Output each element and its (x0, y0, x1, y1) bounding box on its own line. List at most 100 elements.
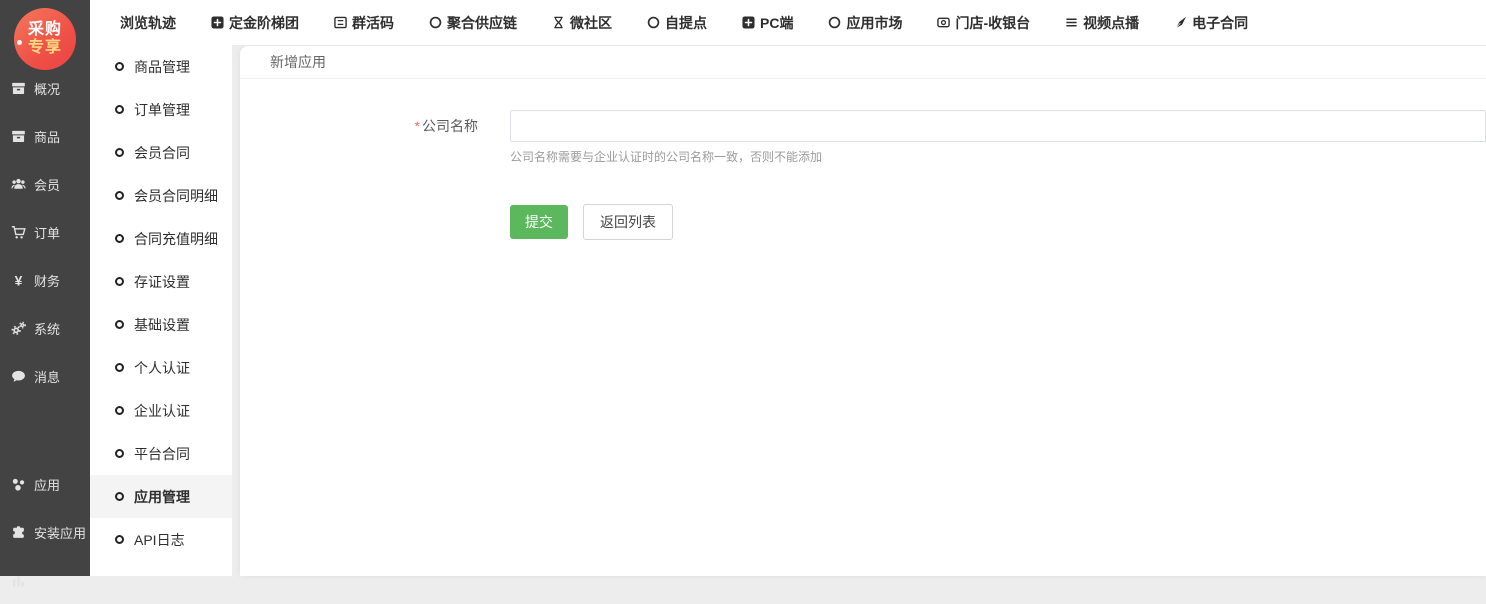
top-nav-item-video-ondemand[interactable]: 视频点播 (1065, 13, 1139, 33)
top-nav-item-app-market[interactable]: 应用市场 (828, 13, 902, 33)
top-nav-item-browse-track[interactable]: 浏览轨迹 (120, 13, 176, 33)
top-nav-item-label: 视频点播 (1083, 13, 1139, 33)
top-nav-item-label: 群活码 (352, 13, 394, 33)
top-nav-item-deposit-group[interactable]: 定金阶梯团 (211, 13, 299, 33)
secondary-sidebar: 商品管理 订单管理 会员合同 会员合同明细 合同充值明细 存证设置 基础设置 个… (90, 45, 232, 576)
sidebar-item-label: 财务 (34, 271, 60, 290)
sidebar-item-orders[interactable]: 订单 (0, 208, 90, 256)
submenu-item-label: API日志 (134, 530, 185, 550)
sidebar-item-label: 会员 (34, 175, 60, 194)
hourglass-icon (552, 16, 565, 29)
submenu-item-personal-auth[interactable]: 个人认证 (90, 346, 232, 389)
apps-icon (11, 477, 26, 492)
circle-bullet-icon (115, 406, 124, 415)
sidebar-item-system[interactable]: 系统 (0, 304, 90, 352)
company-name-helper: 公司名称需要与企业认证时的公司名称一致，否则不能添加 (510, 148, 1486, 165)
page-title: 新增应用 (270, 52, 326, 72)
cash-register-icon (937, 16, 950, 29)
submenu-item-label: 个人认证 (134, 358, 190, 378)
sidebar-item-finance[interactable]: ¥ 财务 (0, 256, 90, 304)
main-panel: 新增应用 *公司名称 公司名称需要与企业认证时的公司名称一致，否则不能添加 提交… (240, 46, 1486, 576)
circle-bullet-icon (115, 105, 124, 114)
submenu-item-label: 基础设置 (134, 315, 190, 335)
submenu-item-label: 会员合同明细 (134, 186, 218, 206)
circle-bullet-icon (115, 277, 124, 286)
top-nav-item-community[interactable]: 微社区 (552, 13, 612, 33)
primary-sidebar: 采购 专享 概况 商品 会员 订单 ¥ 财务 系统 消息 应用 安装应用 (0, 0, 90, 576)
submenu-item-member-contract-detail[interactable]: 会员合同明细 (90, 174, 232, 217)
submenu-item-label: 平台合同 (134, 444, 190, 464)
top-nav-item-label: 定金阶梯团 (229, 13, 299, 33)
circle-bullet-icon (115, 449, 124, 458)
submenu-item-label: 订单管理 (134, 100, 190, 120)
top-nav-item-e-contract[interactable]: 电子合同 (1174, 13, 1248, 33)
top-nav-item-label: 微社区 (570, 13, 612, 33)
submenu-item-order-management[interactable]: 订单管理 (90, 88, 232, 131)
sidebar-item-messages[interactable]: 消息 (0, 352, 90, 400)
submit-button[interactable]: 提交 (510, 205, 568, 239)
overview-box-icon (11, 81, 26, 96)
top-nav-item-label: 自提点 (665, 13, 707, 33)
sidebar-item-goods[interactable]: 商品 (0, 112, 90, 160)
sidebar-item-members[interactable]: 会员 (0, 160, 90, 208)
required-asterisk: * (415, 118, 420, 134)
top-nav-item-label: 聚合供应链 (447, 13, 517, 33)
sidebar-item-overview[interactable]: 概况 (0, 64, 90, 112)
circle-bullet-icon (115, 363, 124, 372)
submenu-item-label: 应用管理 (134, 487, 190, 507)
submenu-item-platform-contract[interactable]: 平台合同 (90, 432, 232, 475)
sidebar-item-label: 商品 (34, 127, 60, 146)
plus-square-icon (742, 16, 755, 29)
menu-lines-icon (1065, 16, 1078, 29)
submenu-item-goods-management[interactable]: 商品管理 (90, 45, 232, 88)
submenu-item-basic-settings[interactable]: 基础设置 (90, 303, 232, 346)
company-name-form-row: *公司名称 公司名称需要与企业认证时的公司名称一致，否则不能添加 提交 返回列表 (240, 110, 1486, 240)
top-nav-item-label: PC端 (760, 13, 793, 33)
back-to-list-button[interactable]: 返回列表 (583, 204, 673, 240)
company-name-label: *公司名称 (240, 110, 510, 240)
top-nav-item-label: 应用市场 (846, 13, 902, 33)
company-name-input[interactable] (510, 110, 1486, 142)
sidebar-item-partial-bottom-item[interactable] (0, 556, 90, 604)
top-nav-item-label: 门店-收银台 (955, 13, 1030, 33)
top-nav-item-pickup-point[interactable]: 自提点 (647, 13, 707, 33)
submenu-item-contract-recharge-detail[interactable]: 合同充值明细 (90, 217, 232, 260)
sidebar-item-label: 消息 (34, 367, 60, 386)
circle-icon (647, 16, 660, 29)
brand-logo[interactable]: 采购 专享 (14, 8, 76, 70)
install-icon (11, 525, 26, 540)
top-nav-item-group-qr[interactable]: 群活码 (334, 13, 394, 33)
circle-icon (828, 16, 841, 29)
circle-bullet-icon (115, 191, 124, 200)
submenu-item-enterprise-auth[interactable]: 企业认证 (90, 389, 232, 432)
sidebar-item-apps[interactable]: 应用 (0, 460, 90, 508)
brand-line2: 专享 (28, 39, 62, 57)
top-nav-item-supply-chain[interactable]: 聚合供应链 (429, 13, 517, 33)
circle-bullet-icon (115, 535, 124, 544)
circle-bullet-icon (115, 148, 124, 157)
yen-icon: ¥ (11, 273, 26, 288)
panel-header: 新增应用 (240, 46, 1486, 79)
submenu-item-api-log[interactable]: API日志 (90, 518, 232, 561)
brand-line1: 采购 (28, 21, 62, 39)
submenu-item-label: 企业认证 (134, 401, 190, 421)
circle-bullet-icon (115, 234, 124, 243)
submenu-item-member-contract[interactable]: 会员合同 (90, 131, 232, 174)
submenu-item-app-management[interactable]: 应用管理 (90, 475, 232, 518)
sidebar-item-label: 应用 (34, 475, 60, 494)
chat-icon (11, 369, 26, 384)
submenu-item-label: 商品管理 (134, 57, 190, 77)
top-nav: 浏览轨迹 定金阶梯团 群活码 聚合供应链 微社区 自提点 PC端 应用市场 门店… (90, 0, 1486, 45)
top-nav-item-label: 电子合同 (1192, 13, 1248, 33)
form-actions: 提交 返回列表 (510, 205, 1486, 240)
sidebar-item-install-apps[interactable]: 安装应用 (0, 508, 90, 556)
qr-code-icon (334, 16, 347, 29)
submenu-item-label: 会员合同 (134, 143, 190, 163)
submenu-item-evidence-settings[interactable]: 存证设置 (90, 260, 232, 303)
top-nav-item-pc-client[interactable]: PC端 (742, 13, 793, 33)
circle-icon (429, 16, 442, 29)
top-nav-item-store-cashier[interactable]: 门店-收银台 (937, 13, 1030, 33)
users-icon (11, 177, 26, 192)
quill-icon (1174, 16, 1187, 29)
submenu-item-label: 存证设置 (134, 272, 190, 292)
